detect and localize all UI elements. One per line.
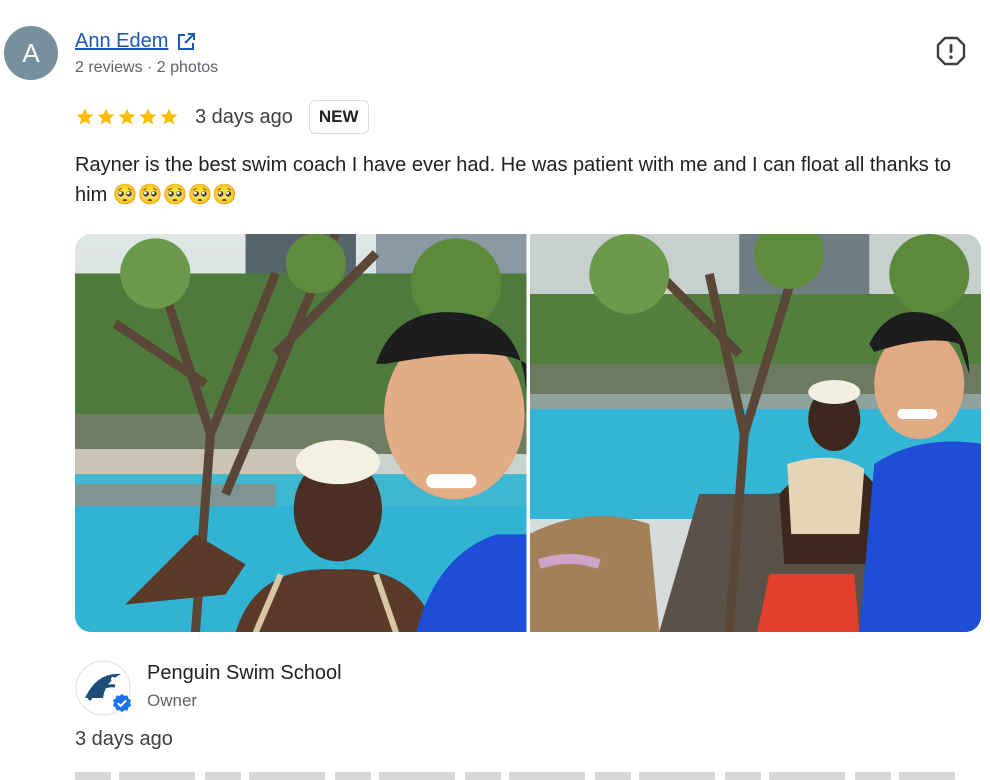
author-avatar[interactable]: A [4,26,58,80]
owner-response-text-truncated [75,772,955,780]
review-date: 3 days ago [195,105,293,128]
review-photo-1[interactable] [75,234,527,632]
star-icon [160,108,178,125]
photo-pool-poolside [529,234,981,632]
owner-response-date: 3 days ago [75,728,173,750]
review-card: A Ann Edem 2 reviews · 2 photos 3 days a… [0,0,990,780]
review-photos [75,234,981,632]
star-icon [139,108,157,125]
owner-block: Penguin Swim School Owner [147,662,342,711]
owner-logo[interactable] [75,660,133,716]
author-row: Ann Edem [75,30,218,53]
review-text: Rayner is the best swim coach I have eve… [75,154,952,206]
star-icon [97,108,115,125]
photo-pool-selfie [75,234,527,632]
star-icon [118,108,136,125]
owner-name[interactable]: Penguin Swim School [147,662,342,685]
author-name-link[interactable]: Ann Edem [75,30,168,53]
author-meta: 2 reviews · 2 photos [75,59,219,76]
new-badge: NEW [308,100,369,134]
rating-row: 3 days ago NEW [75,100,369,134]
report-button[interactable] [936,36,966,66]
author-block: Ann Edem 2 reviews · 2 photos [75,30,218,77]
review-photo-2[interactable] [529,234,981,632]
star-rating [75,107,179,127]
open-in-new-icon[interactable] [176,32,196,52]
verified-badge-icon [111,692,133,714]
avatar-letter: A [22,37,40,68]
owner-role: Owner [147,691,198,710]
report-flag-icon [936,36,966,66]
star-icon [76,108,94,125]
